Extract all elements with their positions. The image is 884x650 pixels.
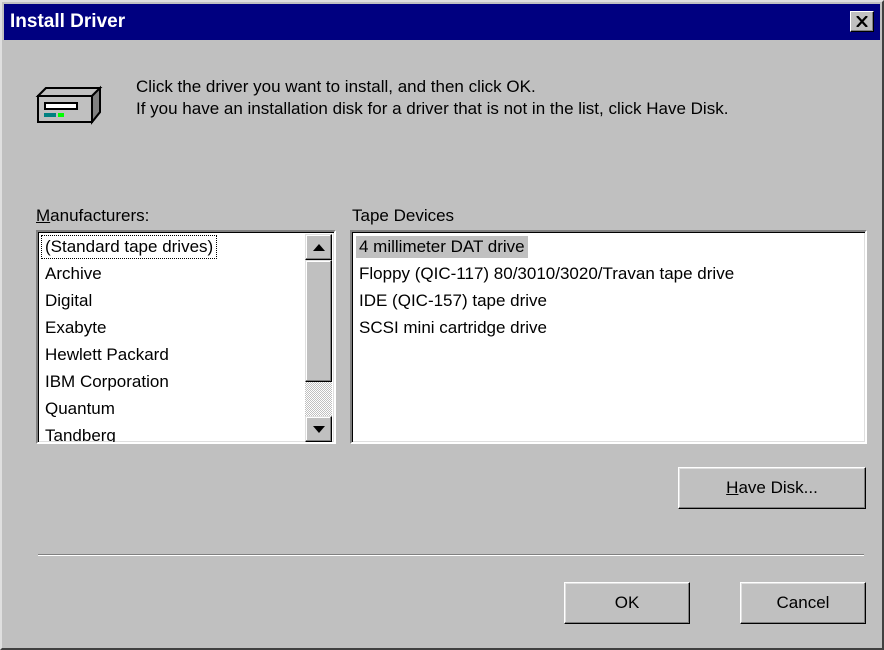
instruction-line-1: Click the driver you want to install, an…: [136, 77, 536, 96]
close-icon: [856, 16, 868, 27]
scroll-down-arrow-icon: [312, 425, 325, 433]
scroll-up-button[interactable]: [305, 234, 332, 260]
manufacturer-item[interactable]: Digital: [42, 290, 95, 312]
manufacturer-item[interactable]: Tandberg: [42, 425, 119, 442]
instruction-line-2: If you have an installation disk for a d…: [136, 99, 729, 118]
scroll-down-button[interactable]: [305, 416, 332, 442]
close-button[interactable]: [850, 11, 874, 32]
manufacturer-item[interactable]: IBM Corporation: [42, 371, 172, 393]
separator: [38, 554, 864, 556]
manufacturer-item[interactable]: (Standard tape drives): [40, 235, 218, 259]
scroll-up-arrow-icon: [312, 243, 325, 251]
scroll-track[interactable]: [305, 382, 332, 416]
scroll-thumb[interactable]: [305, 260, 332, 382]
device-item[interactable]: IDE (QIC-157) tape drive: [356, 290, 550, 312]
device-item[interactable]: 4 millimeter DAT drive: [356, 236, 528, 258]
device-item[interactable]: Floppy (QIC-117) 80/3010/3020/Travan tap…: [356, 263, 737, 285]
manufacturer-item[interactable]: Hewlett Packard: [42, 344, 172, 366]
manufacturers-label-text: anufacturers:: [50, 206, 150, 225]
tape-drive-icon: [35, 85, 103, 125]
title-bar[interactable]: Install Driver: [4, 4, 880, 40]
manufacturer-item[interactable]: Archive: [42, 263, 105, 285]
ok-button[interactable]: OK: [564, 582, 690, 624]
have-disk-button[interactable]: Have Disk...: [678, 467, 866, 509]
manufacturers-accel: M: [36, 206, 51, 225]
manufacturers-scrollbar[interactable]: [305, 234, 332, 442]
install-driver-dialog: Install Driver Click the driver you want…: [0, 0, 884, 650]
instructions: Click the driver you want to install, an…: [136, 76, 846, 120]
cancel-button[interactable]: Cancel: [740, 582, 866, 624]
manufacturer-item[interactable]: Quantum: [42, 398, 118, 420]
device-item[interactable]: SCSI mini cartridge drive: [356, 317, 550, 339]
manufacturers-label: Manufacturers:: [36, 206, 149, 226]
have-disk-accel: H: [726, 478, 739, 497]
manufacturer-item[interactable]: Exabyte: [42, 317, 109, 339]
tape-devices-label: Tape Devices: [352, 206, 455, 225]
manufacturers-listbox[interactable]: (Standard tape drives) Archive Digital E…: [36, 230, 336, 444]
window-title: Install Driver: [10, 11, 126, 32]
tape-devices-listbox[interactable]: 4 millimeter DAT drive Floppy (QIC-117) …: [350, 230, 867, 444]
have-disk-label: ave Disk...: [738, 478, 818, 497]
